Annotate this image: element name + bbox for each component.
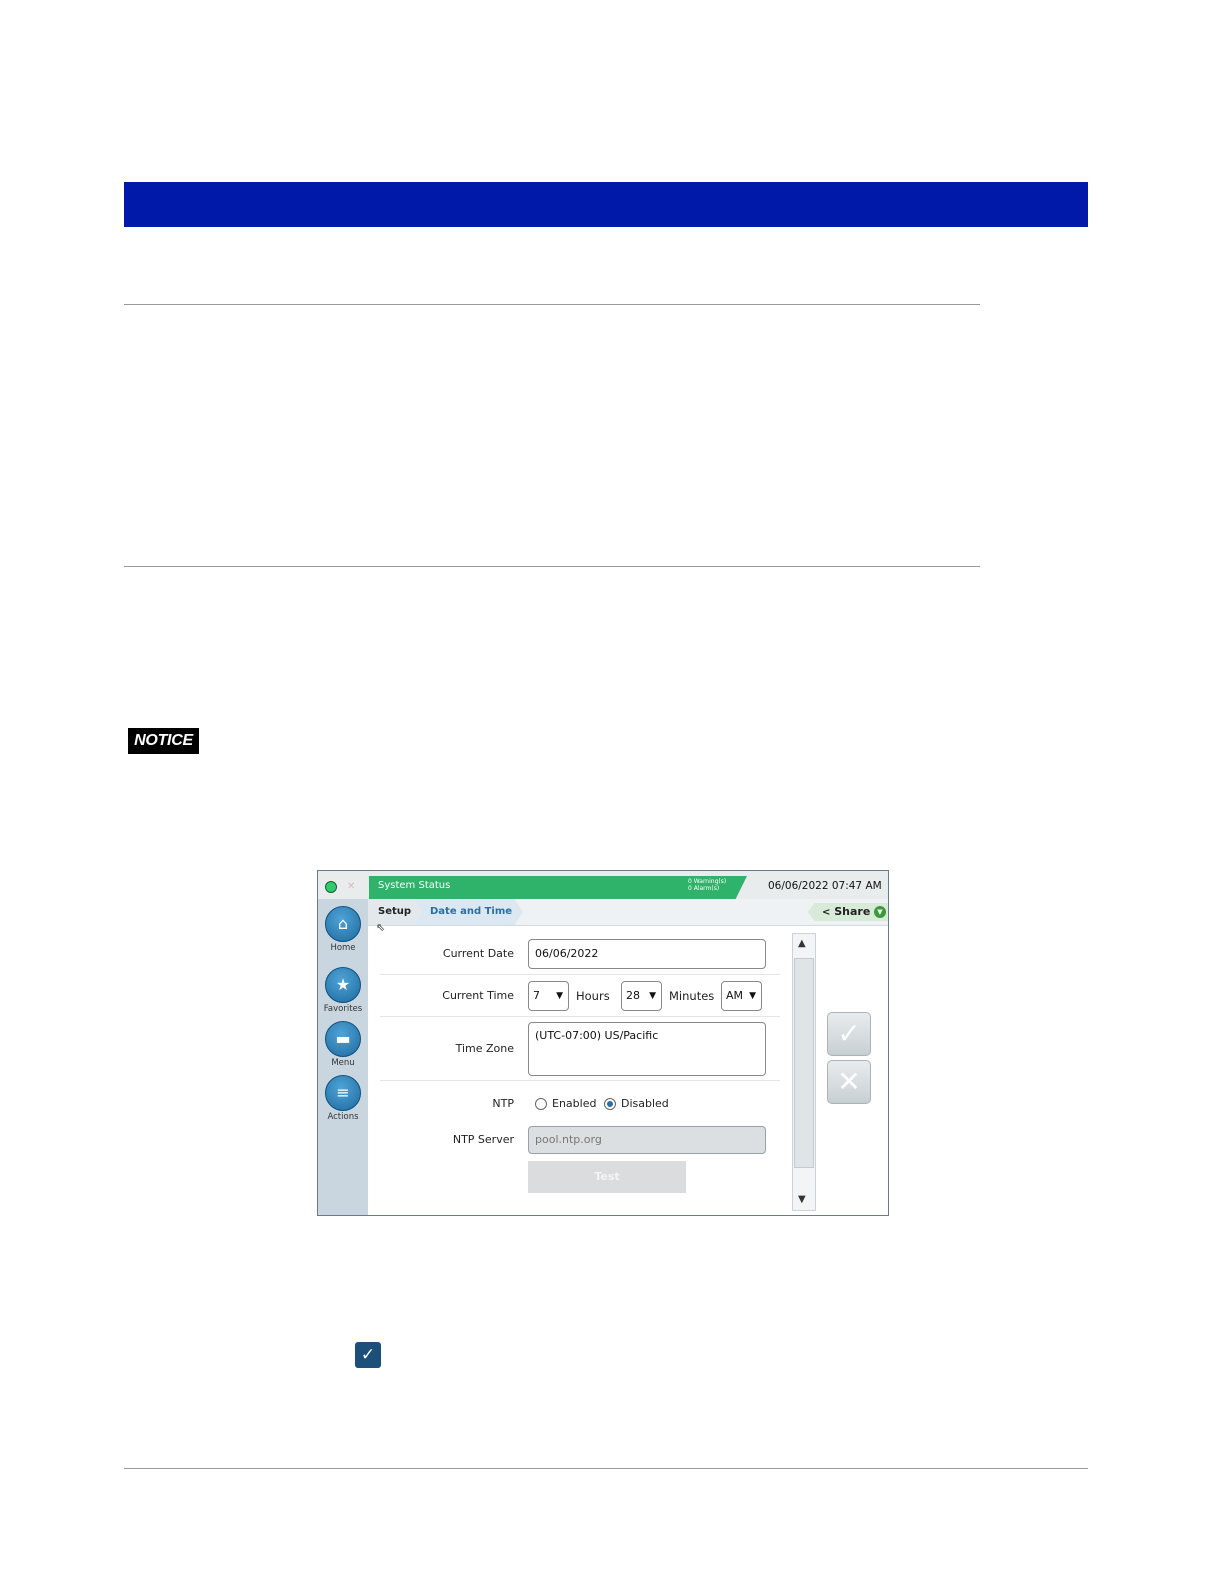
share-icon: <	[822, 907, 831, 918]
sidebar-item-favorites[interactable]: Favorites	[318, 1004, 368, 1014]
time-zone-label: Time Zone	[455, 1042, 514, 1055]
ntp-disabled-label: Disabled	[621, 1097, 669, 1110]
scroll-up-icon[interactable]: ▲	[798, 938, 806, 949]
ntp-enabled-label: Enabled	[552, 1097, 597, 1110]
chevron-down-icon: ▼	[556, 991, 563, 1001]
breadcrumb: Setup Date and Time < Share ▼	[368, 899, 888, 926]
top-bar: ✕ System Status 0 Warning(s) 0 Alarm(s) …	[318, 871, 888, 899]
save-button[interactable]: ✓	[827, 1012, 871, 1056]
cancel-button[interactable]: ✕	[827, 1060, 871, 1104]
divider	[380, 1080, 780, 1081]
minutes-label: Minutes	[669, 989, 715, 1003]
menu-icon[interactable]: ▬	[325, 1021, 361, 1057]
hours-select[interactable]: 7 ▼	[528, 981, 569, 1011]
footer-divider	[124, 1468, 1088, 1469]
divider	[124, 566, 980, 567]
warning-count: 0 Warning(s)	[688, 878, 727, 885]
scrollbar[interactable]: ▲ ▼	[792, 933, 816, 1211]
minutes-value: 28	[626, 989, 640, 1002]
alarm-count: 0 Alarm(s)	[688, 885, 720, 892]
ampm-value: AM	[726, 989, 744, 1002]
system-status-label: System Status	[378, 880, 451, 891]
warning-alarm-count: 0 Warning(s) 0 Alarm(s)	[688, 878, 726, 892]
sidebar-item-home[interactable]: Home	[318, 943, 368, 953]
home-icon[interactable]: ⌂	[325, 906, 361, 942]
sidebar: ⌂ Home ★ Favorites ▬ Menu ≡ Actions	[318, 899, 368, 1215]
scroll-down-icon[interactable]: ▼	[798, 1194, 806, 1205]
hours-value: 7	[533, 989, 540, 1002]
hours-label: Hours	[576, 989, 610, 1003]
alarm-indicator-icon: ✕	[347, 881, 356, 892]
console-screenshot: ✕ System Status 0 Warning(s) 0 Alarm(s) …	[317, 870, 889, 1216]
star-icon[interactable]: ★	[325, 967, 361, 1003]
ntp-label: NTP	[492, 1097, 514, 1110]
current-time-label: Current Time	[442, 989, 514, 1002]
time-zone-input[interactable]: (UTC-07:00) US/Pacific	[528, 1022, 766, 1076]
current-date-label: Current Date	[442, 947, 514, 960]
share-label: Share	[834, 905, 871, 918]
ntp-enabled-radio[interactable]	[535, 1098, 547, 1110]
divider	[380, 974, 780, 975]
ntp-disabled-radio[interactable]	[604, 1098, 616, 1110]
notice-badge: NOTICE	[128, 728, 199, 754]
current-date-input[interactable]: 06/06/2022	[528, 939, 766, 969]
share-button[interactable]: < Share ▼	[808, 903, 888, 921]
ampm-select[interactable]: AM ▼	[721, 981, 762, 1011]
divider	[380, 1016, 780, 1017]
cursor-icon: ⇖	[376, 921, 386, 934]
actions-icon[interactable]: ≡	[325, 1075, 361, 1111]
minutes-select[interactable]: 28 ▼	[621, 981, 662, 1011]
chevron-down-icon: ▼	[749, 991, 756, 1001]
sidebar-item-actions[interactable]: Actions	[318, 1112, 368, 1122]
system-datetime: 06/06/2022 07:47 AM	[768, 880, 882, 892]
ntp-server-label: NTP Server	[452, 1133, 514, 1146]
test-button[interactable]: Test	[528, 1161, 686, 1193]
ntp-server-input[interactable]: pool.ntp.org	[528, 1126, 766, 1154]
section-banner	[124, 182, 1088, 227]
scroll-thumb[interactable]	[794, 958, 814, 1168]
breadcrumb-date-and-time[interactable]: Date and Time	[415, 899, 523, 925]
sidebar-item-menu[interactable]: Menu	[318, 1058, 368, 1068]
chevron-down-icon: ▼	[874, 906, 886, 918]
status-indicator-icon	[325, 881, 337, 893]
chevron-down-icon: ▼	[649, 991, 656, 1001]
checkmark-icon: ✓	[355, 1342, 381, 1368]
divider	[124, 304, 980, 305]
